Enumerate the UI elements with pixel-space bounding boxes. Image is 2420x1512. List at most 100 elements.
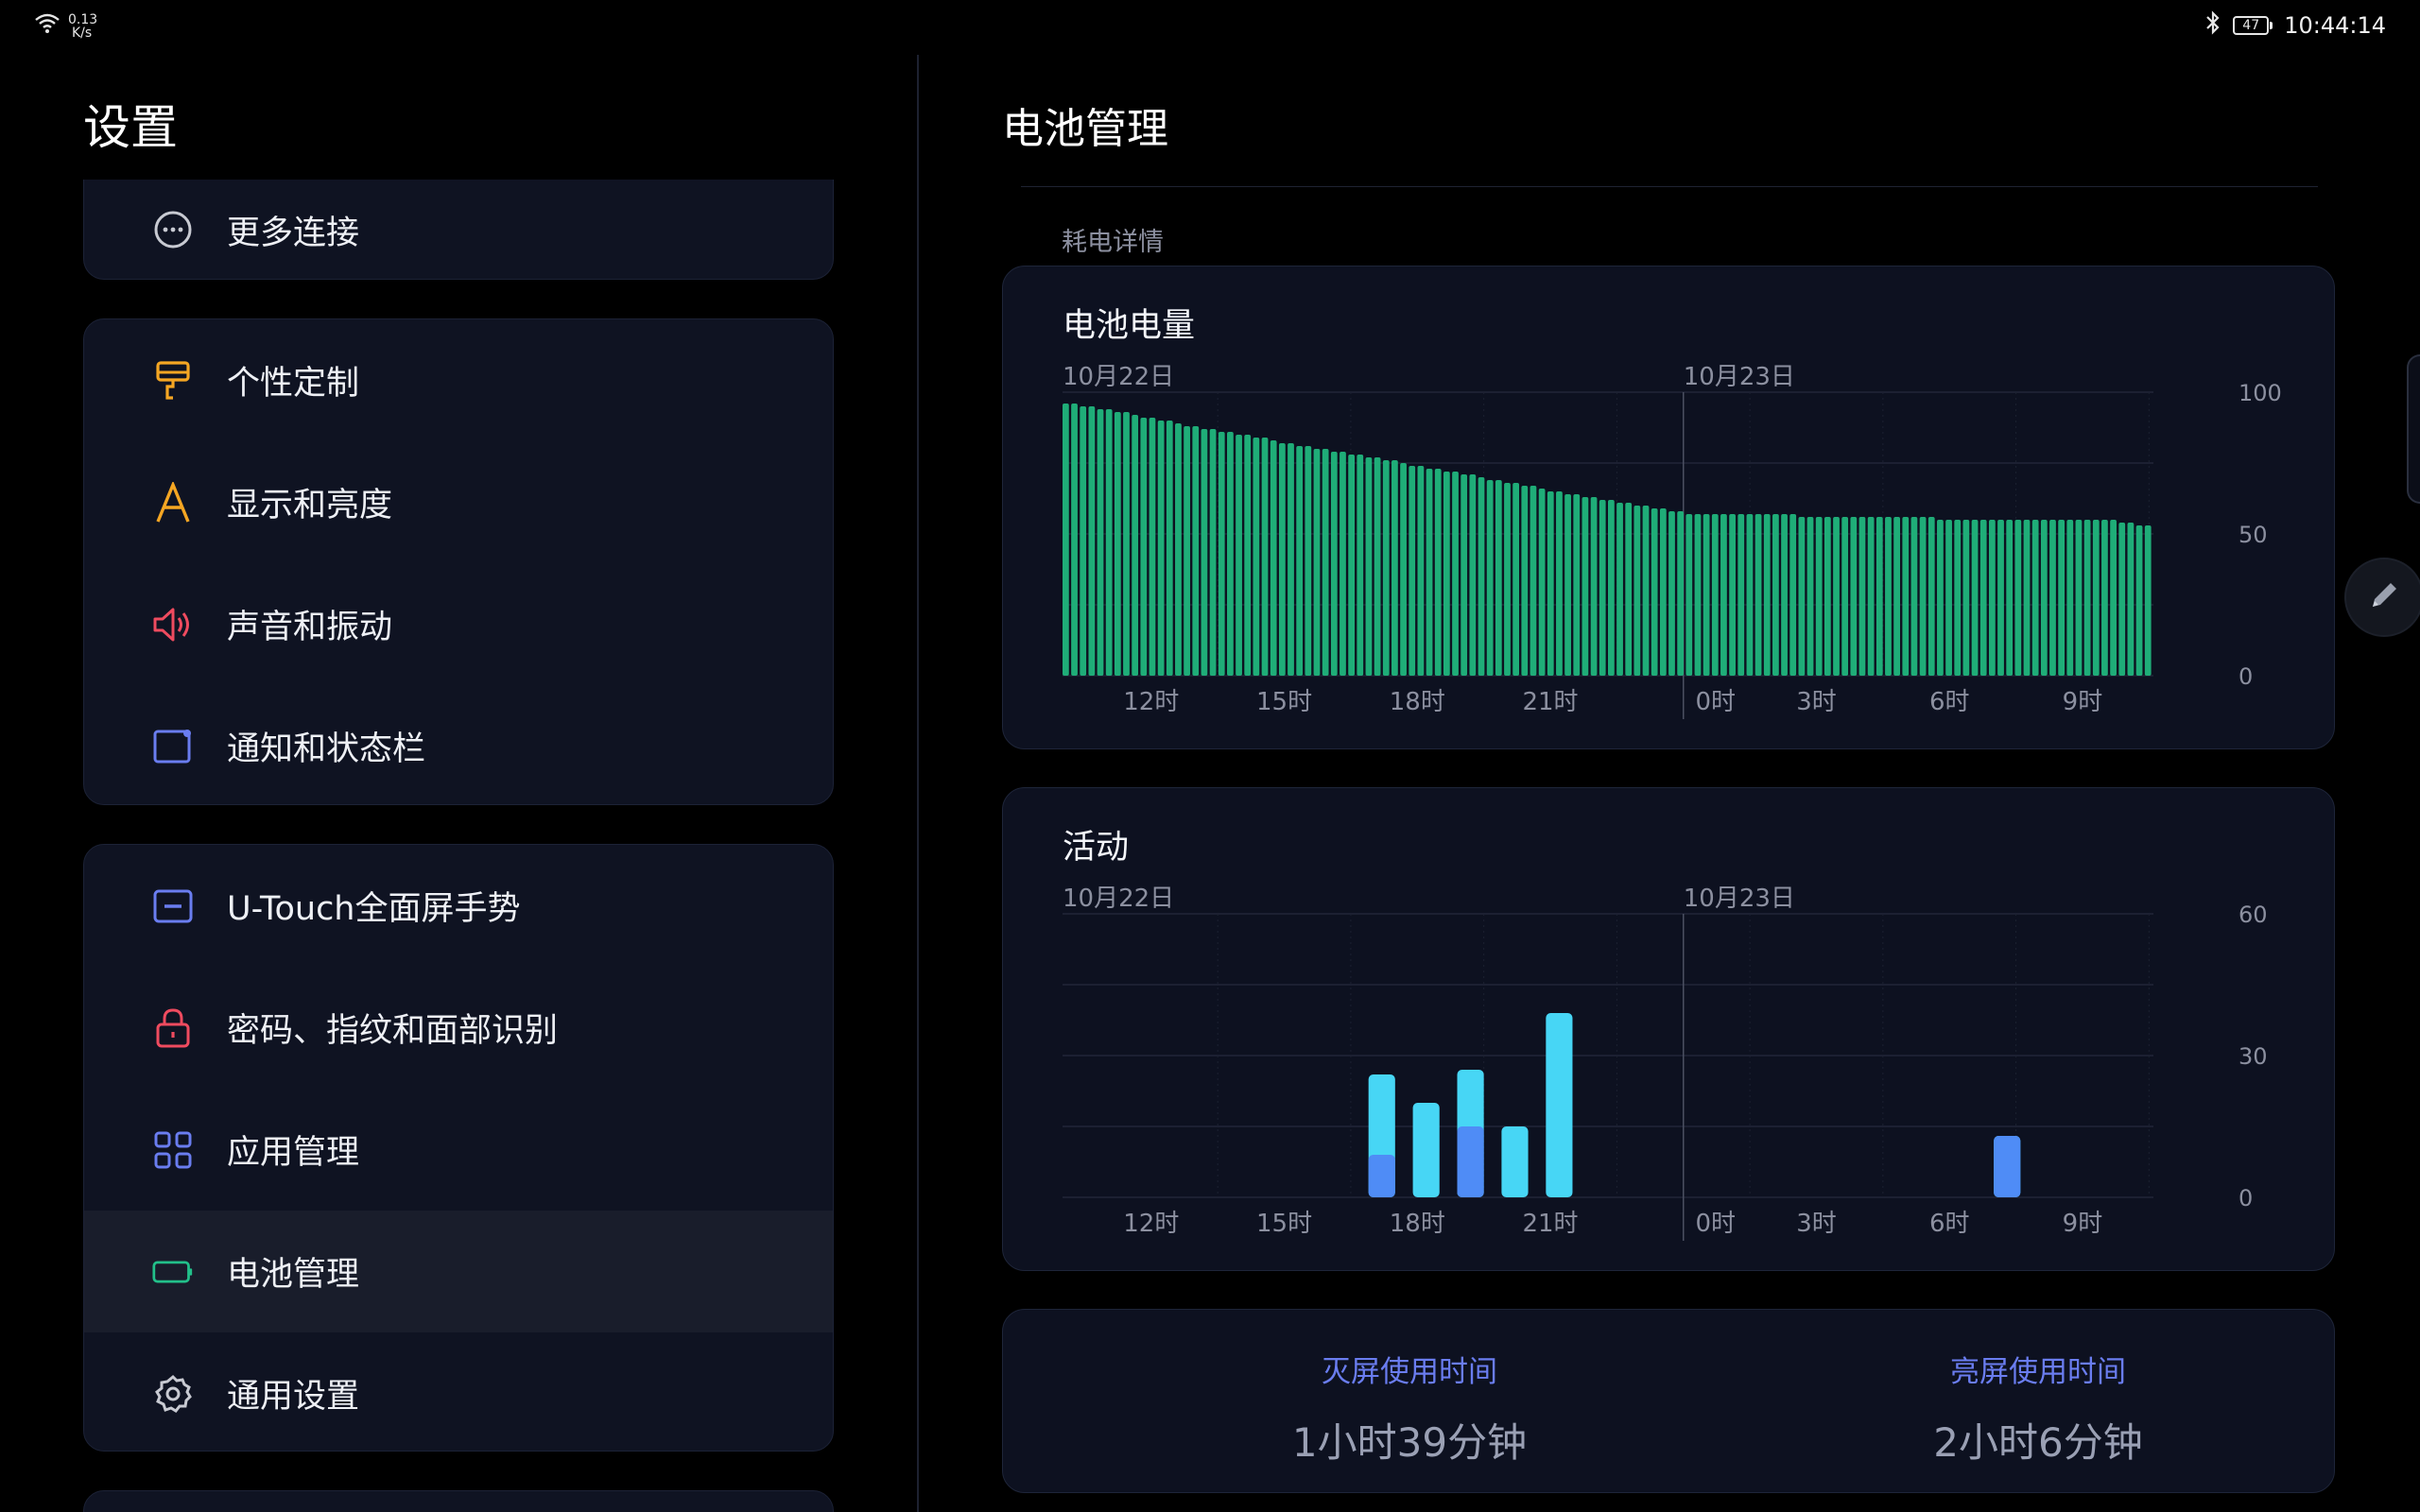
battery-level-bar — [1806, 517, 1814, 676]
battery-level-bar — [1694, 514, 1702, 676]
battery-level-bar — [1227, 432, 1234, 676]
battery-level-bar — [2144, 525, 2152, 676]
net-speed-value: 0.13 — [68, 12, 98, 27]
battery-level-bar — [1400, 463, 1407, 676]
battery-level-bar — [1538, 489, 1546, 676]
battery-level-bar — [2101, 520, 2108, 676]
battery-level-bar — [1296, 446, 1304, 676]
settings-title: 设置 — [83, 100, 178, 155]
battery-level-bar — [1850, 517, 1858, 676]
x-tick-label: 15时 — [1256, 688, 1312, 716]
battery-level-bar — [2006, 520, 2014, 676]
battery-level-bar — [1547, 491, 1554, 676]
screen: 0.13 K/s 47 10:44:14 设置 更多连接 个性定制 显示和亮度 … — [0, 0, 2420, 1512]
side-panel-handle[interactable] — [2407, 354, 2420, 504]
notification-icon — [152, 726, 194, 767]
battery-level-bar — [1452, 472, 1459, 676]
settings-item-battery[interactable]: 电池管理 — [84, 1211, 833, 1332]
pencil-icon — [2365, 576, 2403, 618]
status-left: 0.13 K/s — [34, 11, 97, 40]
battery-level-bar — [1616, 503, 1623, 676]
settings-item-apps[interactable]: 应用管理 — [84, 1089, 833, 1211]
battery-level-bar — [2023, 520, 2031, 676]
battery-level-chart: 10月22日 10月23日 12时 15时 18时 21时 0时 3时 6时 9时 100 50 0 — [1063, 363, 2282, 719]
battery-level-bar — [1382, 460, 1390, 676]
settings-item-personalization[interactable]: 个性定制 — [84, 319, 833, 441]
activity-chart-card[interactable]: 活动 10月22日 10月23日 12时 15时 18时 21时 0时 3时 6时 9时 60 30 0 — [1002, 787, 2335, 1271]
settings-item-label: 通知和状态栏 — [227, 730, 426, 768]
battery-level-bar — [1114, 412, 1121, 676]
battery-level-bar — [1063, 404, 1069, 676]
battery-level-bar — [1582, 497, 1589, 676]
settings-item-notifications[interactable]: 通知和状态栏 — [84, 685, 833, 804]
battery-level-bar — [1071, 404, 1078, 676]
battery-level-bar — [1434, 469, 1442, 676]
x-tick-label: 9时 — [2063, 1210, 2103, 1238]
activity-bar-total — [1546, 1013, 1573, 1197]
battery-level-bar — [1443, 472, 1450, 676]
settings-item-security[interactable]: 密码、指纹和面部识别 — [84, 967, 833, 1089]
battery-level-bar — [1426, 469, 1433, 676]
y-tick-label: 60 — [2238, 902, 2268, 928]
activity-bar-screen-off — [1368, 1155, 1395, 1197]
battery-level-bar — [1253, 438, 1260, 676]
settings-item-display-brightness[interactable]: 显示和亮度 — [84, 441, 833, 563]
settings-item-label: 电池管理 — [227, 1256, 360, 1294]
screen-off-value: 1小时39分钟 — [1291, 1419, 1528, 1466]
x-tick-label: 0时 — [1695, 688, 1736, 716]
status-right: 47 10:44:14 — [2204, 9, 2386, 42]
battery-level-chart-card[interactable]: 电池电量 10月22日 10月23日 12时 15时 18时 21时 0时 3时 6时 9时 100… — [1002, 266, 2335, 749]
settings-item-sound-vibration[interactable]: 声音和振动 — [84, 563, 833, 685]
battery-level-bar — [1789, 514, 1797, 676]
battery-level-bar — [1962, 520, 1970, 676]
screen-on-label: 亮屏使用时间 — [1950, 1355, 2126, 1389]
battery-level-bar — [1573, 494, 1581, 676]
battery-level-bar — [1876, 517, 1883, 676]
battery-level-bar — [1278, 443, 1286, 676]
battery-level-bar — [1261, 438, 1269, 676]
battery-level-bar — [1893, 517, 1900, 676]
battery-level-bar — [1971, 520, 1979, 676]
status-bar: 0.13 K/s 47 10:44:14 — [0, 0, 2420, 55]
battery-level-bar — [1157, 421, 1165, 676]
battery-level-bar — [1927, 517, 1935, 676]
battery-level-bar — [2040, 520, 2048, 676]
battery-level-bar — [1634, 506, 1641, 676]
battery-level-bar — [1772, 514, 1779, 676]
y-tick-label: 0 — [2238, 663, 2253, 690]
battery-level-bar — [1365, 457, 1373, 676]
wifi-icon — [34, 11, 60, 38]
battery-level-bar — [2092, 520, 2100, 676]
screen-on-value: 2小时6分钟 — [1933, 1419, 2143, 1466]
battery-level-bar — [1504, 483, 1511, 676]
battery-level-bar — [1997, 520, 2004, 676]
settings-item-gestures[interactable]: U-Touch全面屏手势 — [84, 845, 833, 967]
battery-level-bar — [1677, 511, 1685, 676]
battery-level-bar — [1512, 483, 1520, 676]
battery-level-bar — [1495, 480, 1502, 676]
battery-level-bar — [1166, 421, 1173, 676]
battery-level-bar — [1236, 435, 1242, 676]
x-tick-label: 6时 — [1929, 688, 1970, 716]
pen-button[interactable] — [2344, 558, 2420, 637]
battery-level-bar — [1668, 511, 1675, 676]
x-tick-label: 12时 — [1123, 688, 1179, 716]
battery-level-bar — [1910, 517, 1918, 676]
settings-item-general[interactable]: 通用设置 — [84, 1332, 833, 1451]
battery-level-bar — [2127, 523, 2135, 676]
date-label: 10月23日 — [1684, 885, 1795, 913]
battery-level-bar — [1720, 514, 1727, 676]
battery-level-bar — [1781, 514, 1788, 676]
battery-level-bar — [1175, 423, 1182, 676]
battery-level-bar — [1979, 520, 1987, 676]
battery-level-bar — [1486, 480, 1494, 676]
settings-item-more-connections[interactable]: 更多连接 — [84, 180, 833, 279]
battery-level-bar — [1746, 514, 1754, 676]
battery-level-bar — [1209, 429, 1217, 676]
battery-level-bar — [2066, 520, 2074, 676]
paint-roller-icon — [152, 360, 194, 402]
battery-level-bar — [1659, 508, 1667, 676]
x-tick-label: 21时 — [1522, 688, 1578, 716]
settings-group-connections: 更多连接 — [83, 180, 834, 280]
settings-item-label: U-Touch全面屏手势 — [227, 890, 521, 928]
